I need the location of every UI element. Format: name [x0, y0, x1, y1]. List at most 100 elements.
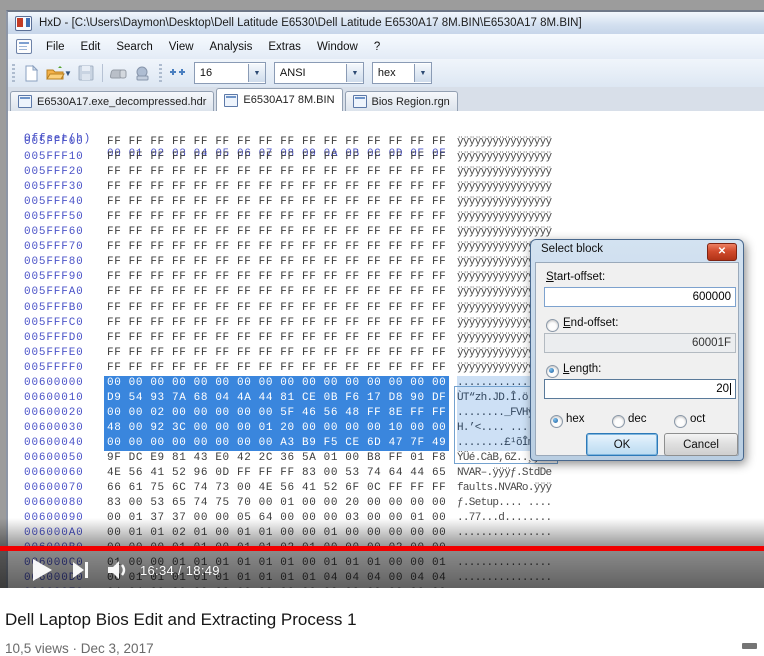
hex-row[interactable]: 00600060 4E 56 41 52 96 0D FF FF FF 83 00… [8, 466, 764, 481]
row-offset: 005FFFC0 [24, 316, 84, 329]
row-hex-bytes[interactable]: FF FF FF FF FF FF FF FF FF FF FF FF FF F… [104, 316, 449, 331]
next-button[interactable] [72, 560, 90, 580]
length-input[interactable]: 20 [544, 379, 736, 399]
row-hex-bytes[interactable]: FF FF FF FF FF FF FF FF FF FF FF FF FF F… [104, 270, 449, 285]
hex-row[interactable]: 005FFF30 FF FF FF FF FF FF FF FF FF FF FF… [8, 180, 764, 195]
new-file-button[interactable] [20, 62, 42, 84]
title-bar[interactable]: HxD - [C:\Users\Daymon\Desktop\Dell Lati… [8, 12, 764, 35]
hex-header: Offset(h) 00 01 02 03 04 05 06 07 08 09 … [8, 117, 764, 160]
end-offset-input[interactable]: 60001F [544, 333, 736, 353]
row-ascii[interactable]: ÿÿÿÿÿÿÿÿÿÿÿÿÿÿÿÿ [457, 195, 552, 210]
row-hex-bytes[interactable]: FF FF FF FF FF FF FF FF FF FF FF FF FF F… [104, 255, 449, 270]
hex-row[interactable]: 00600080 83 00 53 65 74 75 70 00 01 00 00… [8, 496, 764, 511]
menu-item-view[interactable]: View [161, 38, 202, 56]
toolbar-grip[interactable] [12, 64, 15, 82]
hex-row[interactable]: 00600070 66 61 75 6C 74 73 00 4E 56 41 52… [8, 481, 764, 496]
start-offset-input[interactable]: 600000 [544, 287, 736, 307]
row-hex-bytes[interactable]: FF FF FF FF FF FF FF FF FF FF FF FF FF F… [104, 331, 449, 346]
document-system-menu-icon[interactable] [16, 39, 32, 54]
offset-base-select[interactable]: hex ▼ [371, 62, 432, 84]
volume-icon [108, 561, 126, 579]
row-offset: 00600010 [24, 391, 84, 404]
row-hex-bytes[interactable]: FF FF FF FF FF FF FF FF FF FF FF FF FF F… [104, 361, 449, 376]
row-hex-bytes[interactable]: 9F DC E9 81 43 E0 42 2C 36 5A 01 00 B8 F… [104, 451, 449, 466]
hex-row[interactable]: 005FFF40 FF FF FF FF FF FF FF FF FF FF FF… [8, 195, 764, 210]
row-ascii[interactable]: ƒ.Setup.... .... [457, 496, 552, 511]
bytes-per-row-button[interactable] [167, 62, 189, 84]
oct-radio-label: oct [690, 413, 706, 425]
menu-item-edit[interactable]: Edit [73, 38, 109, 56]
tab-1[interactable]: E6530A17 8M.BIN [216, 88, 343, 111]
row-hex-bytes[interactable]: 00 00 00 00 00 00 00 00 A3 B9 F5 CE 6D 4… [104, 435, 450, 451]
row-hex-bytes[interactable]: D9 54 93 7A 68 04 4A 44 81 CE 0B F6 17 D… [104, 390, 450, 406]
like-icon[interactable] [742, 643, 757, 649]
row-hex-bytes[interactable]: FF FF FF FF FF FF FF FF FF FF FF FF FF F… [104, 180, 449, 195]
row-hex-bytes[interactable]: FF FF FF FF FF FF FF FF FF FF FF FF FF F… [104, 225, 449, 240]
secondary-tool-button[interactable] [132, 62, 154, 84]
menu-item-extras[interactable]: Extras [260, 38, 309, 56]
row-hex-bytes[interactable]: FF FF FF FF FF FF FF FF FF FF FF FF FF F… [104, 346, 449, 361]
row-ascii[interactable]: faults.NVARo.ÿÿÿ [457, 481, 552, 496]
bytes-per-row-select[interactable]: 16 ▼ [193, 62, 266, 84]
row-ascii[interactable]: ÿÿÿÿÿÿÿÿÿÿÿÿÿÿÿÿ [457, 165, 552, 180]
row-hex-bytes[interactable]: 83 00 53 65 74 75 70 00 01 00 00 20 00 0… [104, 496, 449, 511]
tab-0[interactable]: E6530A17.exe_decompressed.hdr [10, 91, 215, 111]
row-offset: 005FFF40 [24, 196, 84, 209]
row-offset: 005FFF30 [24, 181, 84, 194]
chevron-down-icon[interactable]: ▼ [413, 64, 431, 82]
oct-radio[interactable] [674, 415, 687, 428]
row-hex-bytes[interactable]: 00 00 02 00 00 00 00 00 5F 46 56 48 FF 8… [104, 405, 450, 421]
row-hex-bytes[interactable]: FF FF FF FF FF FF FF FF FF FF FF FF FF F… [104, 195, 449, 210]
row-hex-bytes[interactable]: 4E 56 41 52 96 0D FF FF FF 83 00 53 74 6… [104, 466, 449, 481]
row-ascii[interactable]: NVAR–.ÿÿÿƒ.StdDe [457, 466, 552, 481]
menu-item-analysis[interactable]: Analysis [202, 38, 261, 56]
row-ascii[interactable]: ÿÿÿÿÿÿÿÿÿÿÿÿÿÿÿÿ [457, 180, 552, 195]
volume-button[interactable] [106, 559, 130, 581]
row-offset: 005FFFA0 [24, 286, 84, 299]
play-button[interactable] [30, 557, 54, 583]
row-hex-bytes[interactable]: FF FF FF FF FF FF FF FF FF FF FF FF FF F… [104, 150, 449, 165]
row-hex-bytes[interactable]: FF FF FF FF FF FF FF FF FF FF FF FF FF F… [104, 301, 449, 316]
row-hex-bytes[interactable]: 48 00 92 3C 00 00 00 01 20 00 00 00 00 1… [104, 420, 450, 436]
charset-select[interactable]: ANSI ▼ [273, 62, 364, 84]
hex-radio[interactable] [550, 415, 563, 428]
ok-button[interactable]: OK [586, 433, 658, 456]
open-file-button[interactable] [44, 62, 66, 84]
row-hex-bytes[interactable]: FF FF FF FF FF FF FF FF FF FF FF FF FF F… [104, 285, 449, 300]
toolbar: ▼ 16 ▼ ANSI ▼ hex ▼ [8, 59, 764, 88]
dec-radio[interactable] [612, 415, 625, 428]
video-progress-bar[interactable] [0, 546, 764, 551]
length-radio[interactable] [546, 365, 559, 378]
hex-row[interactable]: 005FFF20 FF FF FF FF FF FF FF FF FF FF FF… [8, 165, 764, 180]
tab-2[interactable]: Bios Region.rgn [344, 91, 458, 111]
row-ascii[interactable]: ÿÿÿÿÿÿÿÿÿÿÿÿÿÿÿÿ [457, 135, 552, 150]
row-hex-bytes[interactable]: 66 61 75 6C 74 73 00 4E 56 41 52 6F 0C F… [104, 481, 449, 496]
hex-row[interactable]: 005FFF10 FF FF FF FF FF FF FF FF FF FF FF… [8, 150, 764, 165]
menu-item-search[interactable]: Search [108, 38, 160, 56]
eraser-button[interactable] [108, 62, 130, 84]
chevron-down-icon[interactable]: ▼ [345, 64, 363, 82]
row-ascii[interactable]: ÿÿÿÿÿÿÿÿÿÿÿÿÿÿÿÿ [457, 150, 552, 165]
row-hex-bytes[interactable]: FF FF FF FF FF FF FF FF FF FF FF FF FF F… [104, 165, 449, 180]
menu-item-help[interactable]: ? [366, 38, 388, 56]
close-icon[interactable]: ✕ [707, 243, 737, 261]
save-button[interactable] [75, 62, 97, 84]
row-hex-bytes[interactable]: FF FF FF FF FF FF FF FF FF FF FF FF FF F… [104, 210, 449, 225]
row-hex-bytes[interactable]: FF FF FF FF FF FF FF FF FF FF FF FF FF F… [104, 135, 449, 150]
cancel-button[interactable]: Cancel [664, 433, 738, 456]
row-offset: 00600030 [24, 421, 84, 434]
chevron-down-icon[interactable]: ▼ [247, 64, 265, 82]
menu-item-file[interactable]: File [38, 38, 73, 56]
menu-item-window[interactable]: Window [309, 38, 366, 56]
video-player[interactable]: HxD - [C:\Users\Daymon\Desktop\Dell Lati… [0, 0, 764, 588]
row-hex-bytes[interactable]: FF FF FF FF FF FF FF FF FF FF FF FF FF F… [104, 240, 449, 255]
hex-row[interactable]: 005FFF50 FF FF FF FF FF FF FF FF FF FF FF… [8, 210, 764, 225]
time-display: 16:34 / 18:49 [140, 562, 220, 578]
row-ascii[interactable]: ÿÿÿÿÿÿÿÿÿÿÿÿÿÿÿÿ [457, 210, 552, 225]
toolbar-grip-2[interactable] [158, 64, 162, 82]
row-offset: 005FFFB0 [24, 301, 84, 314]
row-hex-bytes[interactable]: 00 00 00 00 00 00 00 00 00 00 00 00 00 0… [104, 375, 450, 391]
end-offset-radio[interactable] [546, 319, 559, 332]
open-dropdown-caret[interactable]: ▼ [64, 69, 72, 78]
hex-row[interactable]: 005FFF00 FF FF FF FF FF FF FF FF FF FF FF… [8, 135, 764, 150]
